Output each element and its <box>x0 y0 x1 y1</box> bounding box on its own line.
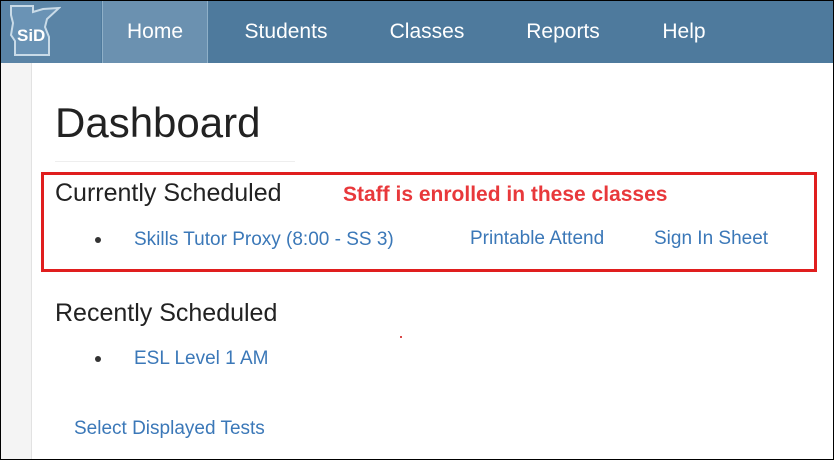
page-title: Dashboard <box>55 99 261 146</box>
select-displayed-tests-link[interactable]: Select Displayed Tests <box>74 418 265 440</box>
class-link-esl-level-1[interactable]: ESL Level 1 AM <box>134 348 268 370</box>
minnesota-logo-icon: SiD <box>9 5 61 56</box>
nav-classes[interactable]: Classes <box>365 1 489 63</box>
nav-help[interactable]: Help <box>637 1 731 63</box>
annotation-callout: Staff is enrolled in these classes <box>343 183 668 206</box>
left-rail <box>1 63 32 459</box>
sid-logo[interactable]: SiD <box>1 1 101 63</box>
nav-students[interactable]: Students <box>207 1 365 63</box>
list-bullet <box>95 237 101 243</box>
stray-mark <box>400 336 402 338</box>
title-divider <box>55 161 295 162</box>
top-navbar: SiD Home Students Classes Reports Help <box>1 1 833 63</box>
class-link-skills-tutor[interactable]: Skills Tutor Proxy (8:00 - SS 3) <box>134 229 394 251</box>
nav-reports[interactable]: Reports <box>489 1 637 63</box>
svg-text:SiD: SiD <box>17 26 45 45</box>
list-bullet <box>95 356 101 362</box>
recently-scheduled-heading: Recently Scheduled <box>55 299 278 327</box>
sign-in-sheet-link[interactable]: Sign In Sheet <box>654 228 768 250</box>
printable-attend-link[interactable]: Printable Attend <box>470 228 604 250</box>
currently-scheduled-heading: Currently Scheduled <box>55 179 282 207</box>
nav-home[interactable]: Home <box>102 1 208 63</box>
app-window: SiD Home Students Classes Reports Help D… <box>0 0 834 460</box>
